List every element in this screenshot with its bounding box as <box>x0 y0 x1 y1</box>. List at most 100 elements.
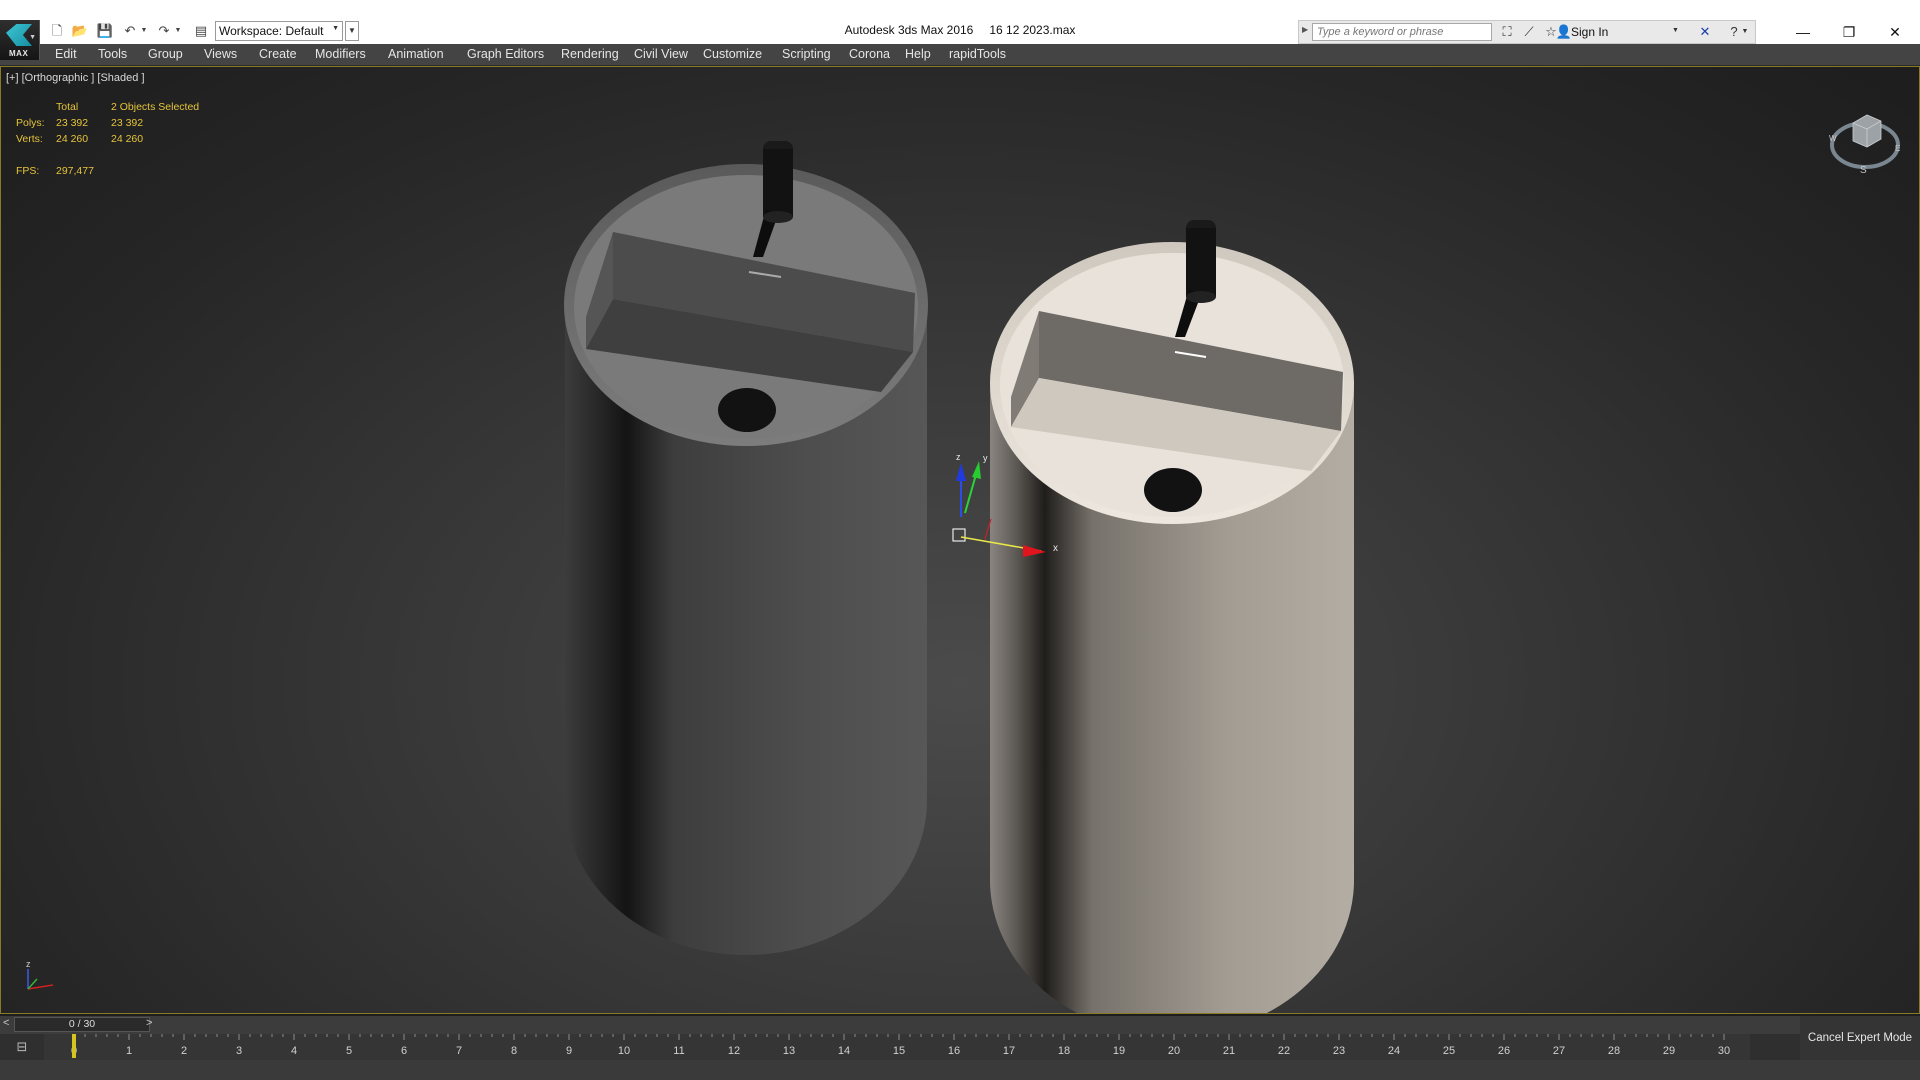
undo-icon[interactable]: ↶ <box>121 22 139 40</box>
viewcube-west-label: W <box>1829 134 1837 143</box>
trackbar-frame-label: 22 <box>1278 1045 1290 1057</box>
minimize-button[interactable]: — <box>1780 20 1826 44</box>
trackbar-frame-label: 5 <box>346 1045 352 1057</box>
sink-dark-drain <box>718 388 776 432</box>
viewport-orthographic[interactable]: [+] [Orthographic ] [Shaded ] Total 2 Ob… <box>0 66 1920 1014</box>
sign-in-link[interactable]: Sign In <box>1571 25 1608 39</box>
menu-scripting[interactable]: Scripting <box>782 47 831 61</box>
time-slider-thumb[interactable]: 0 / 30 <box>14 1017 150 1032</box>
search-input[interactable] <box>1312 23 1492 41</box>
communication-center-icon[interactable]: ⟋ <box>1520 23 1538 41</box>
title-bar: MAX ▼ 🗋 📂 💾 ↶ ▼ ↷ ▼ ▤ Workspace: Default… <box>0 0 1920 60</box>
open-file-icon[interactable]: 📂 <box>71 22 89 40</box>
menu-civil-view[interactable]: Civil View <box>634 47 688 61</box>
status-strip <box>0 1060 1920 1080</box>
trackbar-frame-label: 12 <box>728 1045 740 1057</box>
menu-group[interactable]: Group <box>148 47 183 61</box>
sink-beige-object[interactable] <box>990 220 1354 1013</box>
binoculars-icon[interactable]: ⛶ <box>1498 23 1516 41</box>
project-folder-icon[interactable]: ▤ <box>192 22 210 40</box>
gizmo-z-arrow-icon[interactable] <box>956 463 966 481</box>
file-name: 16 12 2023.max <box>989 23 1076 37</box>
trackbar-frame-label: 14 <box>838 1045 850 1057</box>
menu-animation[interactable]: Animation <box>388 47 444 61</box>
redo-dropdown-icon[interactable]: ▼ <box>173 22 183 40</box>
gizmo-z-label: z <box>956 452 961 462</box>
cancel-expert-mode-button[interactable]: Cancel Expert Mode <box>1800 1016 1920 1060</box>
gizmo-pivot-box[interactable] <box>952 528 966 542</box>
faucet-dark-body <box>763 149 793 217</box>
chevron-down-icon: ▼ <box>29 34 36 41</box>
viewcube-icon[interactable]: S W E <box>1827 101 1903 177</box>
trackbar-frame-label: 18 <box>1058 1045 1070 1057</box>
current-frame-marker[interactable] <box>72 1034 76 1058</box>
trackbar-ruler[interactable]: 0123456789101112131415161718192021222324… <box>44 1034 1750 1060</box>
trackbar-frame-label: 13 <box>783 1045 795 1057</box>
menu-create[interactable]: Create <box>259 47 297 61</box>
trackbar-frame-label: 2 <box>181 1045 187 1057</box>
chevron-down-icon[interactable]: ▼ <box>1740 23 1750 41</box>
customize-quick-access-button[interactable]: ▼ <box>345 21 359 41</box>
menu-edit[interactable]: Edit <box>55 47 77 61</box>
axis-tripod-icon: z <box>26 959 54 990</box>
trackbar[interactable]: ⊟ 01234567891011121314151617181920212223… <box>0 1034 1800 1060</box>
chevron-down-icon[interactable]: ▼ <box>1672 27 1679 34</box>
restore-button[interactable]: ❐ <box>1826 20 1872 44</box>
trackbar-frame-label: 24 <box>1388 1045 1400 1057</box>
menu-help[interactable]: Help <box>905 47 931 61</box>
infocenter-toolbar: ▶ ⛶ ⟋ ☆ 👤 Sign In ▼ ✕ ? ▼ <box>1298 20 1756 44</box>
time-slider[interactable]: < 0 / 30 > <box>0 1016 1800 1034</box>
sink-dark-object[interactable] <box>564 141 928 955</box>
menu-rapidtools[interactable]: rapidTools <box>949 47 1006 61</box>
trackbar-frame-label: 16 <box>948 1045 960 1057</box>
gizmo-x-label: x <box>1053 543 1058 554</box>
trackbar-frame-label: 9 <box>566 1045 572 1057</box>
trackbar-frame-label: 28 <box>1608 1045 1620 1057</box>
time-slider-prev-button[interactable]: < <box>3 1017 9 1029</box>
menu-customize[interactable]: Customize <box>703 47 762 61</box>
trackbar-frame-label: 27 <box>1553 1045 1565 1057</box>
curve-editor-icon[interactable]: ⊟ <box>6 1038 38 1056</box>
faucet-beige-body <box>1186 228 1216 297</box>
trackbar-frame-label: 7 <box>456 1045 462 1057</box>
menu-bar: Edit Tools Group Views Create Modifiers … <box>0 44 1920 66</box>
trackbar-frame-label: 3 <box>236 1045 242 1057</box>
chevron-down-icon: ▼ <box>332 25 339 32</box>
trackbar-frame-label: 17 <box>1003 1045 1015 1057</box>
undo-dropdown-icon[interactable]: ▼ <box>139 22 149 40</box>
trackbar-frame-label: 21 <box>1223 1045 1235 1057</box>
menu-tools[interactable]: Tools <box>98 47 127 61</box>
menu-rendering[interactable]: Rendering <box>561 47 619 61</box>
expand-arrow-icon[interactable]: ▶ <box>1302 25 1308 34</box>
trackbar-frame-label: 30 <box>1718 1045 1730 1057</box>
trackbar-frame-label: 10 <box>618 1045 630 1057</box>
trackbar-frame-label: 19 <box>1113 1045 1125 1057</box>
viewcube-east-label: E <box>1895 144 1900 153</box>
workspace-select[interactable]: Workspace: Default ▼ <box>215 21 343 41</box>
gizmo-y-label: y <box>983 453 988 463</box>
app-title: Autodesk 3ds Max 2016 <box>844 23 974 37</box>
faucet-beige-base <box>1186 291 1216 303</box>
time-slider-next-button[interactable]: > <box>146 1017 152 1029</box>
scene-canvas[interactable]: x z y z <box>1 67 1919 1013</box>
trackbar-frame-label: 23 <box>1333 1045 1345 1057</box>
menu-views[interactable]: Views <box>204 47 237 61</box>
app-logo-text: MAX <box>9 49 29 58</box>
application-menu-button[interactable]: MAX ▼ <box>0 20 40 60</box>
trackbar-frame-label: 26 <box>1498 1045 1510 1057</box>
menu-graph-editors[interactable]: Graph Editors <box>467 47 544 61</box>
exchange-icon[interactable]: ✕ <box>1696 23 1714 41</box>
trackbar-frame-label: 4 <box>291 1045 297 1057</box>
trackbar-frame-label: 11 <box>673 1045 684 1057</box>
redo-icon[interactable]: ↷ <box>155 22 173 40</box>
sink-beige-drain <box>1144 468 1202 512</box>
gizmo-y-arrow-icon[interactable] <box>972 461 981 479</box>
trackbar-frame-label: 15 <box>893 1045 905 1057</box>
trackbar-frame-label: 25 <box>1443 1045 1455 1057</box>
trackbar-frame-label: 20 <box>1168 1045 1180 1057</box>
save-icon[interactable]: 💾 <box>96 22 114 40</box>
menu-modifiers[interactable]: Modifiers <box>315 47 366 61</box>
menu-corona[interactable]: Corona <box>849 47 890 61</box>
new-file-icon[interactable]: 🗋 <box>48 22 66 40</box>
close-button[interactable]: ✕ <box>1872 20 1918 44</box>
